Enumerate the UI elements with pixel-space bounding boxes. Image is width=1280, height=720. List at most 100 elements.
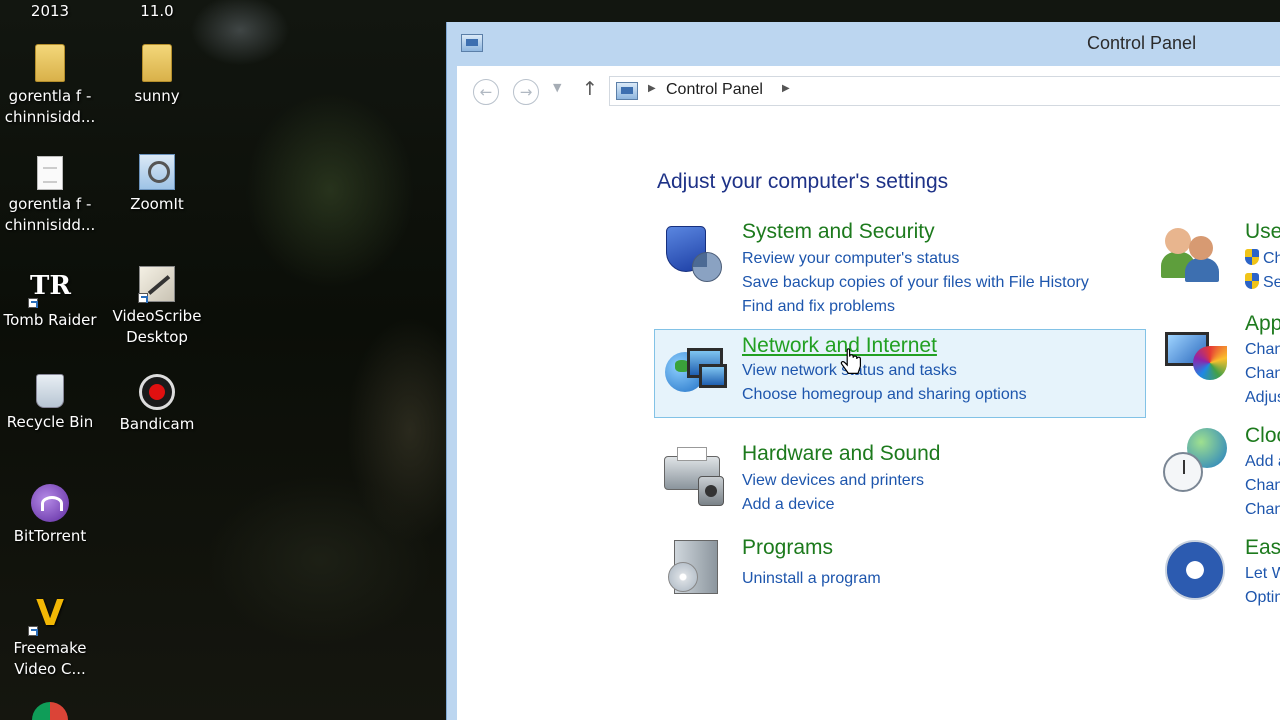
recent-locations-button[interactable]: ▼ (553, 81, 561, 94)
desktop-icon-label: gorentla f - (8, 87, 92, 105)
videoscribe-icon (138, 266, 175, 303)
desktop-icon-label: Tomb Raider (3, 311, 97, 329)
bittorrent-icon (31, 484, 69, 522)
link-devices-printers[interactable]: View devices and printers (742, 472, 924, 490)
category-programs: Programs Uninstall a program (654, 536, 1146, 606)
desktop-icon-label: VideoScribe (112, 307, 202, 325)
hand-cursor-icon (840, 348, 861, 374)
desktop-icon-label: Video C... (14, 660, 86, 678)
uac-shield-icon (1245, 249, 1259, 265)
title-bar[interactable]: Control Panel (447, 22, 1280, 66)
desktop-icon-bandicam[interactable]: Bandicam (105, 374, 209, 435)
link-clock-1[interactable]: Add a (1245, 453, 1280, 471)
shortcut-arrow-icon (28, 298, 38, 308)
shield-icon[interactable] (662, 224, 726, 288)
desktop-icon-label: sunny (134, 87, 180, 105)
tomb-raider-icon: TR (28, 266, 71, 308)
printer-speaker-icon[interactable] (662, 446, 726, 510)
shortcut-arrow-icon (138, 293, 148, 303)
link-user-set-up[interactable]: Set (1245, 273, 1280, 292)
link-homegroup-sharing[interactable]: Choose homegroup and sharing options (742, 386, 1027, 404)
folder-icon (142, 44, 172, 82)
bandicam-icon (139, 374, 175, 410)
link-ease-1[interactable]: Let Wi (1245, 565, 1280, 583)
link-clock-2[interactable]: Chang (1245, 477, 1280, 495)
folder-icon (35, 44, 65, 82)
link-add-device[interactable]: Add a device (742, 496, 835, 514)
desktop-icon-bittorrent[interactable]: BitTorrent (0, 484, 102, 547)
network-globe-icon[interactable] (663, 340, 727, 404)
category-hardware-sound: Hardware and Sound View devices and prin… (654, 442, 1146, 522)
breadcrumb-separator-icon[interactable]: ▶ (782, 83, 790, 94)
desktop-icon-tomb-raider[interactable]: TR Tomb Raider (0, 266, 102, 331)
desktop-icon-label: Freemake (13, 639, 87, 657)
link-user-change-account-type[interactable]: Cha (1245, 249, 1280, 268)
link-text: Cha (1263, 250, 1280, 267)
link-clock-3[interactable]: Chang (1245, 501, 1280, 519)
category-heading-appearance[interactable]: Appe (1245, 312, 1280, 336)
category-network-internet[interactable]: Network and Internet View network status… (654, 329, 1146, 418)
freemake-icon: V (28, 594, 70, 636)
recycle-bin-icon (36, 374, 64, 408)
page-title: Adjust your computer's settings (657, 170, 949, 193)
desktop-icon-recycle-bin[interactable]: Recycle Bin (0, 374, 102, 433)
link-find-fix-problems[interactable]: Find and fix problems (742, 298, 895, 316)
window-title: Control Panel (1087, 33, 1197, 53)
uac-shield-icon (1245, 273, 1259, 289)
link-appearance-3[interactable]: Adjust (1245, 389, 1280, 407)
control-panel-icon (461, 34, 483, 52)
control-panel-icon (616, 82, 638, 100)
link-file-history[interactable]: Save backup copies of your files with Fi… (742, 274, 1089, 292)
desktop-icon-label: ZoomIt (130, 195, 184, 213)
category-heading-hardware-sound[interactable]: Hardware and Sound (742, 442, 940, 466)
desktop-icon-label: Bandicam (119, 415, 195, 433)
user-accounts-icon[interactable] (1161, 222, 1223, 282)
clock-region-icon[interactable] (1163, 428, 1227, 492)
link-appearance-1[interactable]: Chang (1245, 341, 1280, 359)
link-appearance-2[interactable]: Chang (1245, 365, 1280, 383)
category-heading-system-security[interactable]: System and Security (742, 220, 935, 244)
shortcut-arrow-icon (28, 626, 38, 636)
desktop-icon-label: gorentla f - (8, 195, 92, 213)
breadcrumb-separator-icon[interactable]: ▶ (648, 83, 656, 94)
window-content: ← → ▼ ↑ ▶ Control Panel ▶ Adjust your co… (457, 66, 1280, 720)
breadcrumb-control-panel[interactable]: Control Panel (666, 81, 763, 99)
desktop-icon-gorentla-folder[interactable]: gorentla f - chinnisidd... (0, 44, 102, 128)
desktop-icon-gorentla-file[interactable]: gorentla f - chinnisidd... (0, 156, 102, 236)
category-heading-clock-region[interactable]: Clock (1245, 424, 1280, 448)
link-text: Set (1263, 274, 1280, 291)
desktop-icon-label-partial: 11.0 (140, 2, 174, 20)
desktop-icon-label: Recycle Bin (6, 413, 94, 431)
arrow-up-icon: ↑ (582, 78, 598, 100)
desktop-icon-freemake[interactable]: V Freemake Video C... (0, 594, 102, 680)
document-icon (37, 156, 63, 190)
chevron-down-icon: ▼ (553, 81, 562, 94)
category-heading-user-accounts[interactable]: User (1245, 220, 1280, 244)
desktop-icon-label-partial: 2013 (30, 2, 70, 20)
desktop-icon-label: Desktop (126, 328, 188, 346)
chrome-icon (32, 702, 68, 720)
category-system-security: System and Security Review your computer… (654, 220, 1146, 316)
desktop-icon-label: BitTorrent (13, 527, 87, 545)
link-uninstall-program[interactable]: Uninstall a program (742, 570, 881, 588)
appearance-icon[interactable] (1163, 328, 1227, 388)
desktop-icon-label: chinnisidd... (4, 108, 96, 126)
zoomit-icon (139, 154, 175, 190)
up-button[interactable]: ↑ (582, 78, 598, 100)
address-bar[interactable]: ▶ Control Panel ▶ (609, 76, 1280, 106)
desktop-icon-chrome[interactable] (0, 702, 102, 720)
arrow-left-icon: ← (479, 83, 493, 101)
desktop-icon-zoomit[interactable]: ZoomIt (105, 154, 209, 215)
programs-disc-icon[interactable] (662, 536, 726, 600)
back-button[interactable]: ← (473, 79, 499, 105)
category-heading-ease-of-access[interactable]: Ease (1245, 536, 1280, 560)
ease-of-access-icon[interactable] (1163, 538, 1225, 600)
desktop-icon-videoscribe[interactable]: VideoScribe Desktop (105, 266, 209, 348)
desktop-icon-sunny-folder[interactable]: sunny (105, 44, 209, 107)
category-heading-programs[interactable]: Programs (742, 536, 833, 560)
link-ease-2[interactable]: Optim (1245, 589, 1280, 607)
forward-button[interactable]: → (513, 79, 539, 105)
desktop-icon-label: chinnisidd... (4, 216, 96, 234)
arrow-right-icon: → (519, 83, 533, 101)
link-review-status[interactable]: Review your computer's status (742, 250, 959, 268)
